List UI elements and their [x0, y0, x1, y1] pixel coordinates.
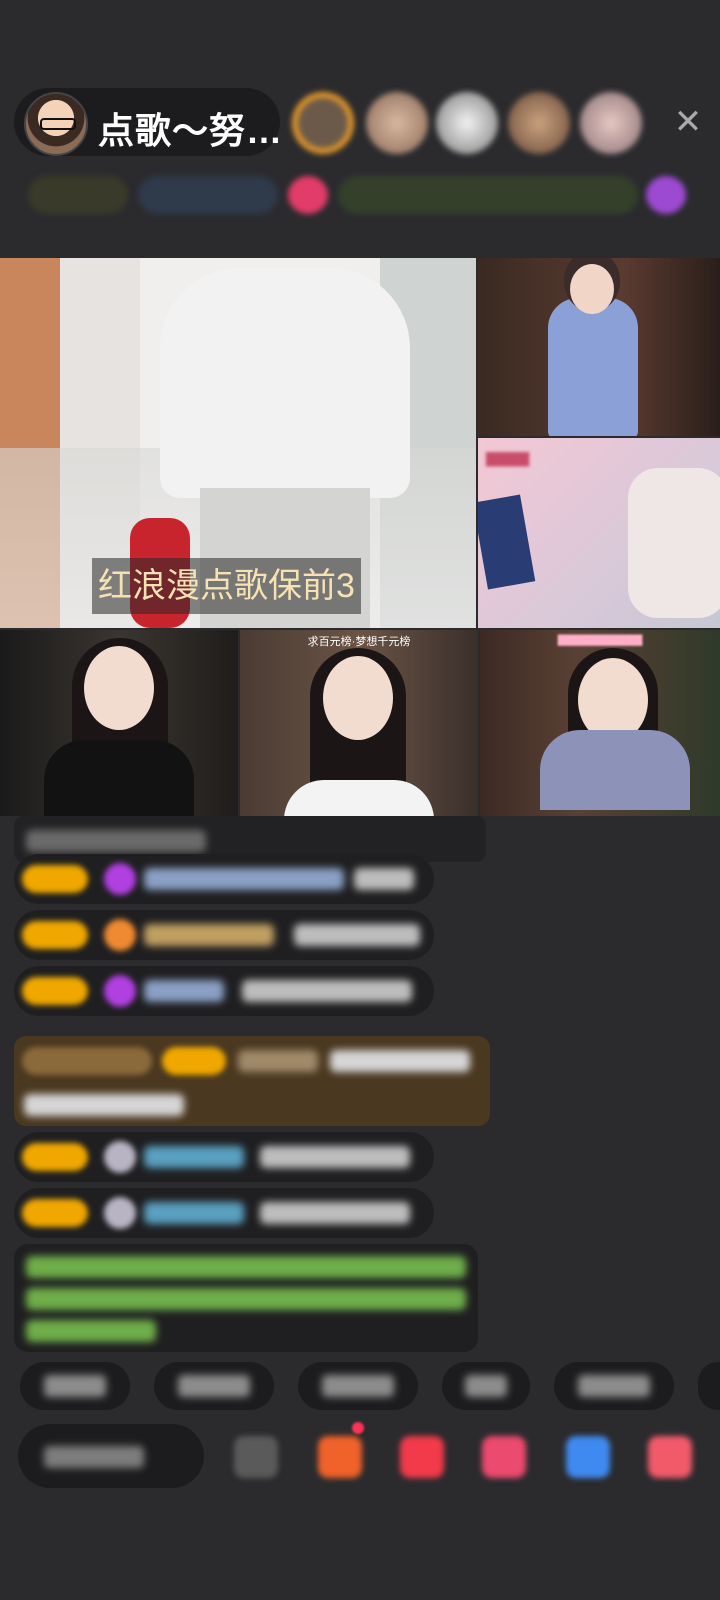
viewer-avatar-2[interactable]	[366, 92, 428, 154]
diamond-icon	[104, 975, 136, 1007]
level-badge	[22, 1199, 88, 1227]
tile-caption: 求百元榜·梦想千元榜	[307, 636, 411, 648]
chat-content-line-2	[24, 1094, 184, 1116]
poster	[478, 494, 536, 590]
quick-reply-2[interactable]	[154, 1362, 274, 1410]
more-apps-icon[interactable]	[566, 1436, 610, 1478]
chat-content	[294, 924, 420, 946]
chat-message[interactable]	[14, 1132, 434, 1182]
chat-content	[330, 1050, 470, 1072]
viewer-avatar-5[interactable]	[580, 92, 642, 154]
chat-username[interactable]	[144, 1202, 244, 1224]
quick-reply-6[interactable]	[698, 1362, 720, 1410]
chat-content	[260, 1202, 410, 1224]
chat-username[interactable]	[144, 924, 274, 946]
diamond-icon	[104, 863, 136, 895]
chat-message[interactable]	[14, 910, 434, 960]
activity-tag[interactable]	[646, 176, 686, 214]
guest-head	[323, 656, 393, 740]
multi-guest-video-grid: 红浪漫点歌保前3 ▇▇▇▇ 求百元榜·梦想千元榜 ▇▇▇▇▇▇▇▇▇▇	[0, 258, 720, 816]
gift-tag[interactable]	[288, 176, 328, 214]
game-icon[interactable]	[482, 1436, 526, 1478]
guest-video-tile-2[interactable]: ▇▇▇▇	[478, 438, 720, 628]
host-tag-row	[18, 168, 698, 222]
level-badge	[22, 921, 88, 949]
main-video-banner: 红浪漫点歌保前3	[92, 558, 361, 614]
viewer-avatar-3[interactable]	[436, 92, 498, 154]
guest-video-tile-1[interactable]	[478, 258, 720, 436]
chat-message[interactable]	[14, 854, 434, 904]
quick-reply-1[interactable]	[20, 1362, 130, 1410]
level-badge	[22, 1143, 88, 1171]
level-badge	[162, 1047, 226, 1075]
chat-username[interactable]	[238, 1050, 318, 1072]
user-avatar-icon	[104, 1141, 136, 1173]
chat-message[interactable]	[14, 1188, 434, 1238]
chat-highlight-message[interactable]	[14, 1036, 490, 1126]
guest-figure	[284, 780, 434, 816]
host-avatar[interactable]	[24, 92, 88, 156]
viewer-avatar-1[interactable]	[292, 92, 354, 154]
level-tag[interactable]	[28, 176, 128, 214]
close-icon[interactable]: ✕	[668, 100, 708, 144]
chat-content	[354, 868, 414, 890]
host-title: 点歌～努…	[98, 110, 284, 151]
guest-video-tile-5[interactable]: ▇▇▇▇▇▇▇▇▇▇	[480, 630, 720, 816]
fan-icon	[104, 919, 136, 951]
screen-icon[interactable]	[234, 1436, 278, 1478]
quick-reply-3[interactable]	[298, 1362, 418, 1410]
chat-username[interactable]	[144, 980, 224, 1002]
guest-video-tile-3[interactable]	[0, 630, 238, 816]
treasure-icon[interactable]	[400, 1436, 444, 1478]
chat-content	[242, 980, 412, 1002]
guest-figure	[540, 730, 690, 810]
host-info-pill[interactable]: 点歌～努…	[14, 88, 284, 156]
viewer-avatar-4[interactable]	[508, 92, 570, 154]
level-badge	[22, 865, 88, 893]
chat-input[interactable]	[18, 1424, 204, 1488]
main-video-tile[interactable]: 红浪漫点歌保前3	[0, 258, 476, 628]
quick-reply-4[interactable]	[442, 1362, 530, 1410]
level-badge	[22, 977, 88, 1005]
fans-tag[interactable]	[138, 176, 278, 214]
noble-badge	[22, 1047, 152, 1075]
quick-reply-5[interactable]	[554, 1362, 674, 1410]
gift-box-icon[interactable]	[318, 1436, 362, 1478]
host-figure	[160, 268, 410, 498]
guest-head	[84, 646, 154, 730]
tile-label-blurred: ▇▇▇▇	[486, 450, 530, 466]
chair	[628, 468, 720, 618]
gift-icon[interactable]	[648, 1436, 692, 1478]
notification-dot	[352, 1422, 364, 1434]
guest-figure	[548, 298, 638, 436]
tile-caption-blurred: ▇▇▇▇▇▇▇▇▇▇	[557, 634, 643, 646]
guest-video-tile-4[interactable]: 求百元榜·梦想千元榜	[240, 630, 478, 816]
chat-announcement	[14, 1244, 478, 1352]
guest-figure	[44, 740, 194, 816]
guest-head	[570, 264, 614, 314]
chat-message[interactable]	[14, 966, 434, 1016]
user-avatar-icon	[104, 1197, 136, 1229]
chat-content	[260, 1146, 410, 1168]
chat-username[interactable]	[144, 1146, 244, 1168]
chat-username[interactable]	[144, 868, 344, 890]
rank-tag[interactable]	[338, 176, 638, 214]
